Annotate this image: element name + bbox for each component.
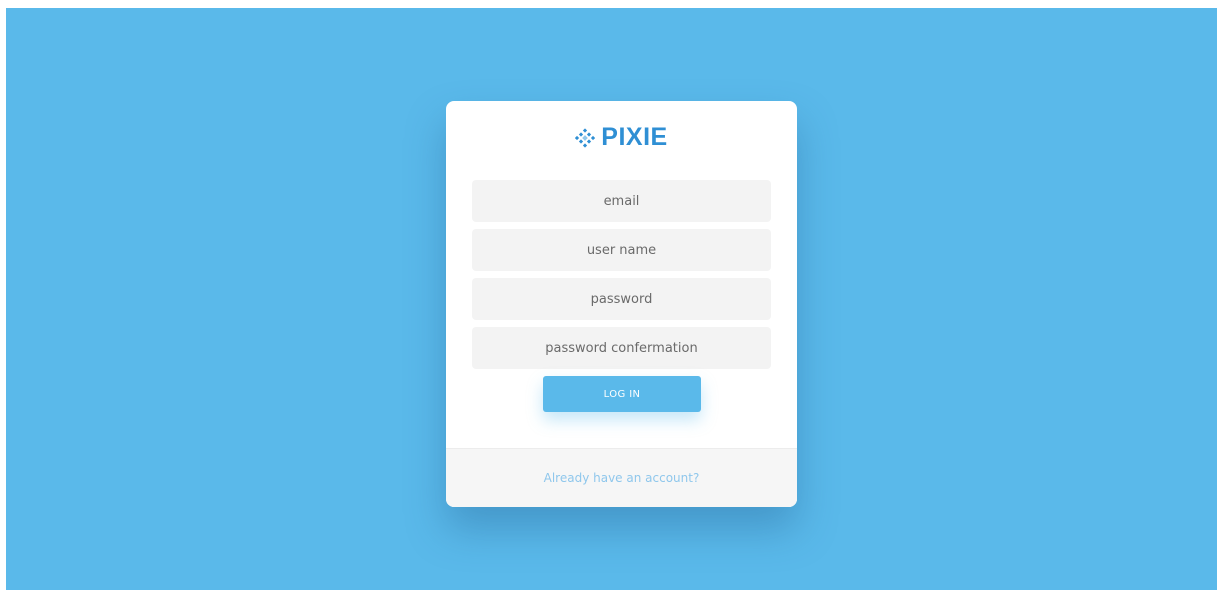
already-have-account-link[interactable]: Already have an account? <box>544 471 700 485</box>
page-background: PIXIE LOG IN Already have an account? <box>6 8 1217 590</box>
email-input[interactable] <box>472 180 771 222</box>
password-input[interactable] <box>472 278 771 320</box>
password-confirmation-input[interactable] <box>472 327 771 369</box>
diamond-grid-logo-icon <box>575 127 596 148</box>
login-button[interactable]: LOG IN <box>543 376 701 412</box>
brand-name: PIXIE <box>601 123 668 151</box>
signup-card: PIXIE LOG IN Already have an account? <box>446 101 797 507</box>
brand-logo: PIXIE <box>446 123 797 152</box>
card-footer: Already have an account? <box>446 448 797 507</box>
username-input[interactable] <box>472 229 771 271</box>
